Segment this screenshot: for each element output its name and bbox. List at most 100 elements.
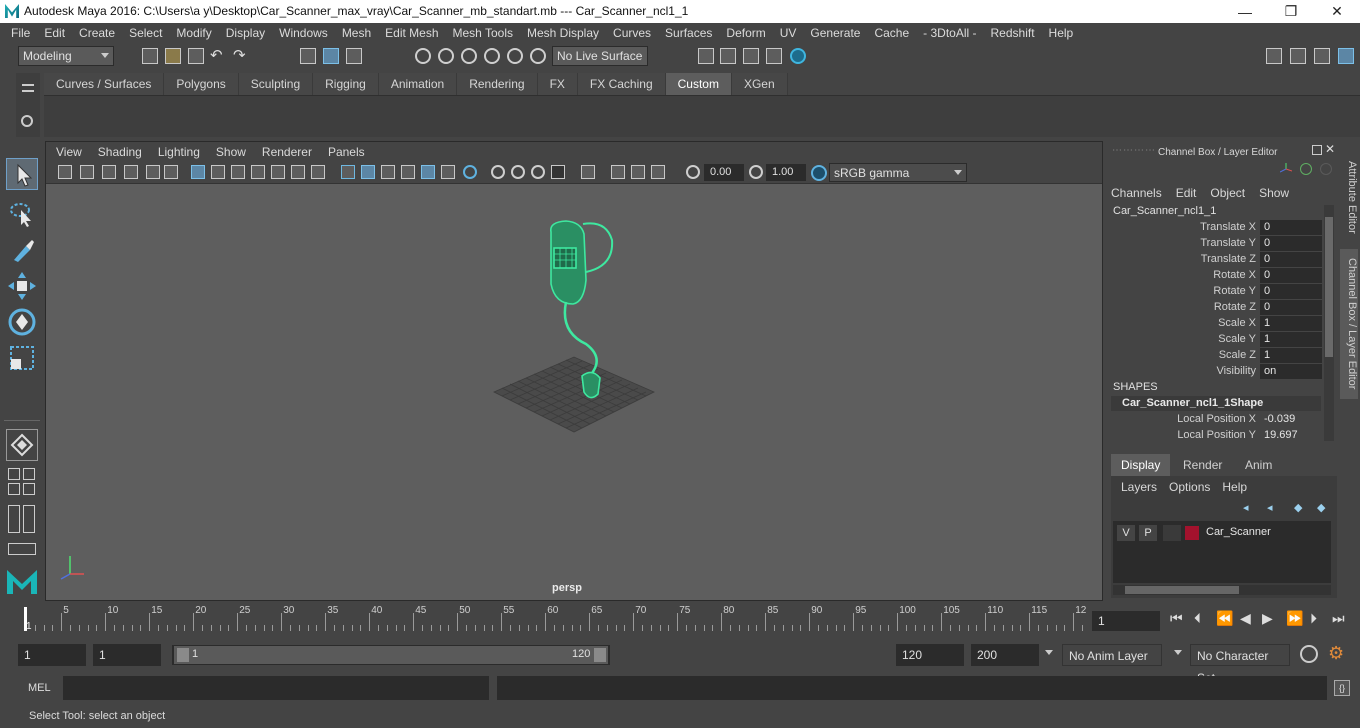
viewport-menu-panels[interactable]: Panels (320, 142, 373, 162)
color-management-icon[interactable] (811, 165, 827, 181)
layer-editor-icon[interactable] (1300, 163, 1312, 175)
four-view-layout-icon[interactable] (8, 468, 20, 480)
command-input[interactable] (63, 676, 489, 700)
close-button[interactable]: ✕ (1314, 0, 1360, 23)
ipr-render-icon[interactable] (743, 48, 759, 64)
shelf-tab-sculpting[interactable]: Sculpting (238, 73, 314, 95)
snap-surface-icon[interactable] (507, 48, 523, 64)
horizontal-layout-icon[interactable] (8, 543, 36, 555)
snap-curve-icon[interactable] (438, 48, 454, 64)
channel-box-icon[interactable] (1279, 163, 1293, 175)
new-layer-icon[interactable]: ◆ (1294, 501, 1302, 514)
xray-active-components-icon[interactable] (631, 165, 645, 179)
options-menu[interactable]: Options (1163, 480, 1216, 494)
isolate-select-icon[interactable] (551, 165, 565, 179)
help-menu[interactable]: Help (1216, 480, 1253, 494)
end-time-field[interactable]: 200 (971, 644, 1039, 666)
attribute-row[interactable]: Rotate Y0 (1108, 284, 1322, 300)
xray-joints-icon[interactable] (611, 165, 625, 179)
character-set-selector[interactable]: No Character Set (1190, 644, 1290, 685)
viewport-menu-renderer[interactable]: Renderer (254, 142, 320, 162)
menu-modify[interactable]: Modify (169, 23, 218, 43)
selected-object-name[interactable]: Car_Scanner_ncl1_1 (1113, 205, 1216, 217)
float-panel-icon[interactable] (1312, 145, 1322, 155)
new-layer-selected-icon[interactable]: ◆ (1317, 501, 1325, 514)
menu-display[interactable]: Display (219, 23, 272, 43)
menu-edit[interactable]: Edit (37, 23, 72, 43)
snap-point-icon[interactable] (461, 48, 477, 64)
layer-color-swatch[interactable] (1185, 526, 1199, 540)
bookmark-icon[interactable] (102, 165, 116, 179)
menu-set-selector[interactable]: Modeling (18, 46, 114, 66)
menu-cache[interactable]: Cache (867, 23, 916, 43)
wireframe-shading-icon[interactable] (341, 165, 355, 179)
render-frame-icon[interactable] (720, 48, 736, 64)
anim-layer-selector[interactable]: No Anim Layer (1062, 644, 1162, 666)
viewport-menu-show[interactable]: Show (208, 142, 254, 162)
exposure-icon[interactable] (686, 165, 700, 179)
select-tool-button[interactable] (6, 158, 38, 190)
safe-title-icon[interactable] (311, 165, 325, 179)
layer-playback-toggle[interactable]: P (1139, 525, 1157, 541)
select-object-icon[interactable] (323, 48, 339, 64)
script-editor-icon[interactable]: {} (1334, 680, 1350, 696)
menu-mesh[interactable]: Mesh (335, 23, 378, 43)
2d-pan-zoom-icon[interactable] (146, 165, 160, 179)
shelf-tab-curves-surfaces[interactable]: Curves / Surfaces (44, 73, 165, 95)
menu-mesh-display[interactable]: Mesh Display (520, 23, 606, 43)
use-all-lights-icon[interactable] (421, 165, 435, 179)
chevron-down-icon[interactable] (1045, 650, 1053, 655)
menu-edit-mesh[interactable]: Edit Mesh (378, 23, 445, 43)
minimize-button[interactable]: — (1222, 0, 1268, 23)
scale-tool-button[interactable] (6, 342, 38, 374)
new-scene-icon[interactable] (142, 48, 158, 64)
menu-3dtoall[interactable]: - 3DtoAll - (916, 23, 983, 43)
menu-surfaces[interactable]: Surfaces (658, 23, 719, 43)
view-transform-selector[interactable]: sRGB gamma (829, 163, 967, 182)
playback-start-field[interactable]: 1 (93, 644, 161, 666)
safe-action-icon[interactable] (291, 165, 305, 179)
step-forward-key-icon[interactable]: ⏩ (1286, 610, 1303, 627)
menu-uv[interactable]: UV (773, 23, 804, 43)
paint-select-tool-button[interactable] (6, 234, 38, 266)
attribute-row[interactable]: Scale Z1 (1108, 348, 1322, 364)
range-slider-bar[interactable] (174, 646, 608, 664)
attribute-row[interactable]: Translate Z0 (1108, 252, 1322, 268)
attribute-row[interactable]: Visibility on (1108, 364, 1322, 380)
attribute-editor-toggle-icon[interactable] (1314, 48, 1330, 64)
step-back-key-icon[interactable]: ⏪ (1216, 610, 1233, 627)
gamma-icon[interactable] (749, 165, 763, 179)
range-start-handle[interactable] (177, 648, 189, 662)
layers-menu[interactable]: Layers (1115, 480, 1163, 494)
depth-of-field-icon[interactable] (531, 165, 545, 179)
xray-icon[interactable] (581, 165, 595, 179)
channel-box-layer-editor-tab[interactable]: Channel Box / Layer Editor (1340, 249, 1358, 399)
modeling-toolkit-icon[interactable] (1290, 48, 1306, 64)
menu-create[interactable]: Create (72, 23, 122, 43)
snap-view-plane-icon[interactable] (484, 48, 500, 64)
shelf-tab-custom[interactable]: Custom (665, 73, 732, 95)
auto-key-icon[interactable] (1300, 645, 1318, 663)
scrollbar-thumb[interactable] (1125, 586, 1239, 594)
menu-curves[interactable]: Curves (606, 23, 658, 43)
layer-tab-render[interactable]: Render (1173, 454, 1232, 476)
start-time-field[interactable]: 1 (18, 644, 86, 666)
layer-horizontal-scrollbar[interactable] (1113, 585, 1331, 595)
motion-blur-icon[interactable] (491, 165, 505, 179)
gamma-field[interactable]: 1.00 (766, 164, 806, 181)
persp-graph-layout-icon[interactable] (8, 483, 20, 495)
menu-deform[interactable]: Deform (719, 23, 772, 43)
shelf-tab-rendering[interactable]: Rendering (457, 73, 538, 95)
attribute-row[interactable]: Local Position Y 19.697 (1108, 428, 1322, 444)
snap-pivot-icon[interactable] (530, 48, 546, 64)
select-hierarchy-icon[interactable] (300, 48, 316, 64)
attribute-row[interactable]: Rotate X0 (1108, 268, 1322, 284)
grid-icon[interactable] (191, 165, 205, 179)
channels-menu[interactable]: Channels (1108, 186, 1169, 200)
scene-canvas[interactable] (46, 184, 1102, 600)
channel-box-scrollbar[interactable] (1324, 205, 1334, 441)
rotate-tool-button[interactable] (6, 306, 38, 338)
step-forward-frame-icon[interactable]: ⏵ (1310, 610, 1317, 627)
tool-settings-icon[interactable] (1320, 163, 1332, 175)
layer-visibility-toggle[interactable]: V (1117, 525, 1135, 541)
